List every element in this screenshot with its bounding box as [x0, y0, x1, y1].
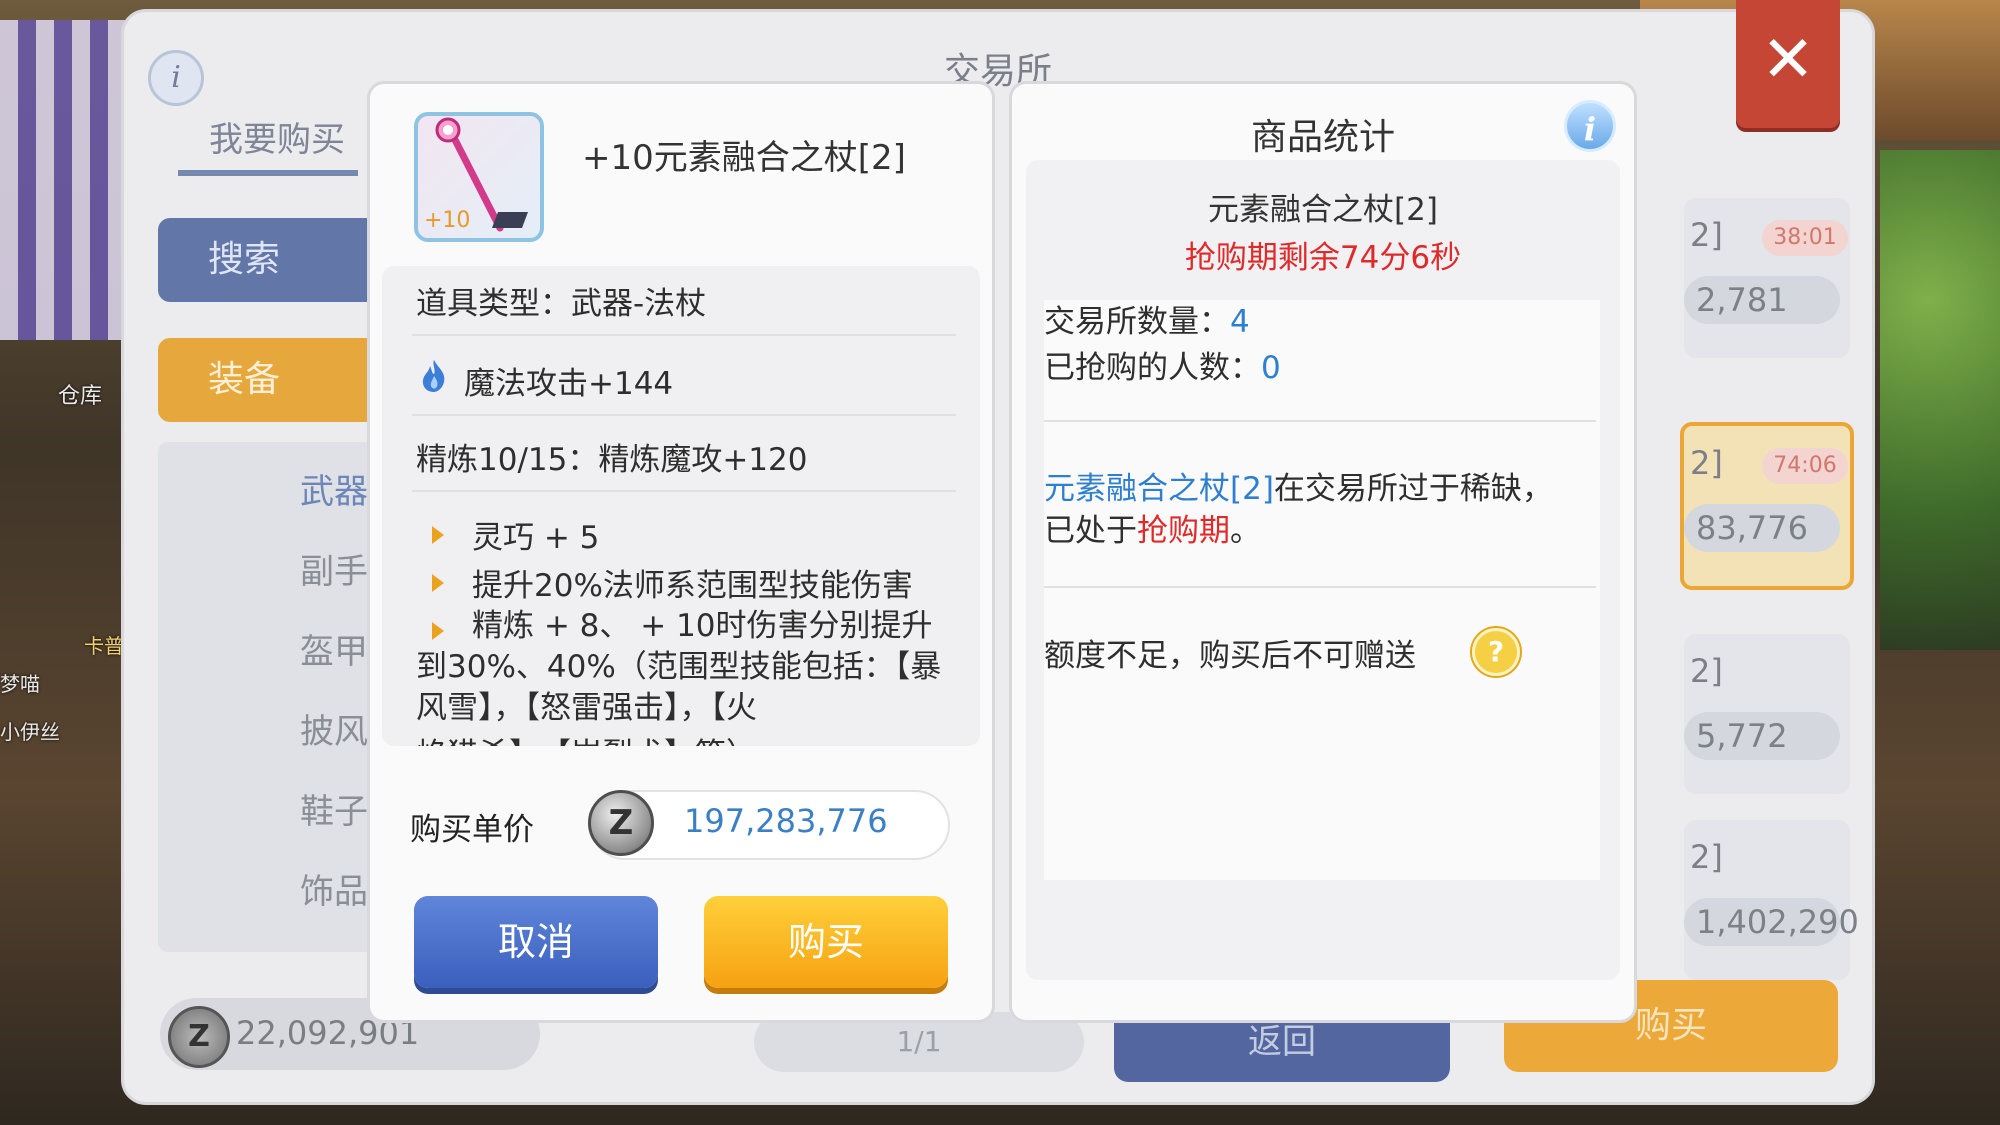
divider: [412, 334, 956, 336]
listing-price: 83,776: [1684, 504, 1840, 552]
info-icon[interactable]: i: [1564, 100, 1616, 152]
price-value: 197,283,776: [684, 802, 888, 840]
tree-decor: [1880, 150, 2000, 650]
divider: [1044, 420, 1596, 422]
category-offhand[interactable]: 副手: [300, 544, 368, 593]
category-accessory[interactable]: 饰品: [300, 864, 368, 913]
item-icon-frame: +10: [414, 112, 544, 242]
item-name: +10元素融合之杖[2]: [582, 138, 906, 178]
market-stall-decor: [0, 20, 140, 340]
price-label: 购买单价: [410, 812, 534, 848]
bullet-arrow-icon: [432, 574, 444, 592]
info-icon[interactable]: i: [148, 50, 204, 106]
player-name-2: 梦喵: [0, 672, 40, 696]
divider: [1044, 586, 1596, 588]
buyers-value: 0: [1261, 350, 1281, 386]
item-type: 道具类型：武器-法杖: [416, 286, 707, 322]
stats-title: 商品统计: [1250, 117, 1395, 158]
refine-badge: +10: [424, 208, 471, 233]
exchange-qty-value: 4: [1230, 304, 1250, 340]
scarcity-text: 已处于: [1044, 513, 1137, 549]
tab-buy[interactable]: 我要购买: [192, 112, 362, 161]
scarcity-text: 在交易所过于稀缺，: [1273, 471, 1553, 507]
category-cloak[interactable]: 披风: [300, 704, 368, 753]
zeny-coin-icon: Z: [168, 1006, 230, 1068]
player-name-1: 卡普: [84, 634, 124, 658]
effect-line: 精炼 + 8、 + 10时伤害分别提升到30%、40%（范围型技能包括：【暴风雪…: [416, 608, 942, 726]
stats-body: [1044, 300, 1600, 880]
buy-button[interactable]: 购买: [704, 896, 948, 988]
buyers-count: 已抢购的人数：0: [1044, 342, 1281, 387]
listing-price: 2,781: [1684, 276, 1840, 324]
zeny-coin-icon: Z: [588, 790, 654, 856]
player-name-3: 小伊丝: [0, 720, 60, 744]
listing-timer: 38:01: [1762, 220, 1848, 256]
bullet-arrow-icon: [432, 526, 444, 544]
close-icon[interactable]: ✕: [1736, 0, 1840, 128]
cancel-button[interactable]: 取消: [414, 896, 658, 988]
listing-price: 5,772: [1684, 712, 1840, 760]
magic-attack: 魔法攻击+144: [464, 366, 674, 402]
category-shoes[interactable]: 鞋子: [300, 784, 368, 833]
search-button[interactable]: 搜索: [158, 218, 388, 302]
scarcity-note: 元素融合之杖[2]在交易所过于稀缺， 已处于抢购期。: [1044, 468, 1584, 552]
listing-card-selected[interactable]: 2] 74:06 83,776: [1680, 422, 1854, 590]
listing-card[interactable]: 2] 5,772: [1684, 634, 1850, 794]
category-weapon[interactable]: 武器: [300, 464, 368, 513]
category-armor[interactable]: 盔甲: [300, 624, 368, 673]
listing-card[interactable]: 2] 1,402,290: [1684, 820, 1859, 980]
listing-title: 2]: [1690, 444, 1723, 482]
buyers-label: 已抢购的人数：: [1044, 350, 1261, 386]
effect-line: 提升20%法师系范围型技能伤害: [472, 568, 913, 604]
rush-timer: 抢购期剩余74分6秒: [1184, 240, 1462, 276]
listing-title: 2]: [1690, 216, 1723, 254]
divider: [412, 414, 956, 416]
listing-timer: 74:06: [1762, 448, 1848, 484]
divider: [412, 490, 956, 492]
listing-title: 2]: [1690, 652, 1723, 690]
scarcity-text: 。: [1230, 513, 1261, 549]
quota-note: 额度不足，购买后不可赠送: [1044, 638, 1416, 674]
pagination[interactable]: 1/1: [754, 1012, 1084, 1072]
listing-card[interactable]: 2] 38:01 2,781: [1684, 198, 1850, 358]
scarcity-item: 元素融合之杖[2]: [1044, 471, 1274, 507]
effect-line: 灵巧 + 5: [472, 520, 600, 556]
flame-icon: [420, 358, 448, 398]
listing-price: 1,402,290: [1684, 898, 1859, 946]
stats-item-name: 元素融合之杖[2]: [1208, 192, 1438, 228]
exchange-qty-label: 交易所数量：: [1044, 304, 1230, 340]
listing-title: 2]: [1690, 838, 1723, 876]
warehouse-label: 仓库: [58, 384, 103, 409]
attribute-box: 道具类型：武器-法杖 魔法攻击+144 精炼10/15：精炼魔攻+120 灵巧 …: [382, 266, 980, 746]
tab-underline: [178, 170, 358, 176]
help-icon[interactable]: ?: [1472, 628, 1520, 676]
equipment-button[interactable]: 装备: [158, 338, 388, 422]
scarcity-highlight: 抢购期: [1137, 513, 1230, 549]
refine-info: 精炼10/15：精炼魔攻+120: [416, 442, 808, 478]
effect-line: 焰猎杀】，【岩裂术】等）: [416, 729, 946, 746]
exchange-qty: 交易所数量：4: [1044, 296, 1250, 341]
